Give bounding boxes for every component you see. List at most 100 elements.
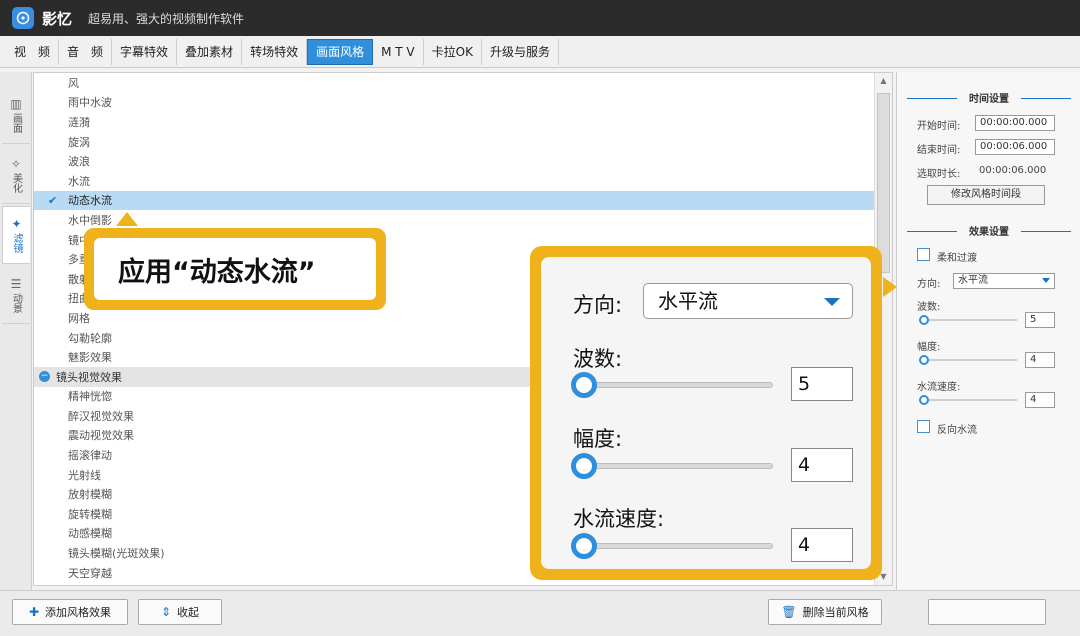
start-time-label: 开始时间: — [917, 121, 961, 132]
zoom-waves-field[interactable]: 5 — [791, 367, 853, 401]
waves-slider[interactable] — [921, 319, 1017, 321]
time-settings-heading: 时间设置 — [907, 90, 1071, 105]
zoom-amplitude-slider[interactable] — [573, 463, 773, 469]
tab-2[interactable]: 字幕特效 — [112, 38, 178, 65]
zoom-flow-speed-slider-knob[interactable] — [571, 533, 597, 559]
amplitude-field[interactable]: 4 — [1025, 352, 1055, 368]
delete-style-button[interactable]: 🗑 删除当前风格 — [768, 599, 882, 625]
add-effect-icon: ✚ — [28, 605, 40, 619]
tab-3[interactable]: 叠加素材 — [177, 38, 243, 65]
list-item-label: 震动视觉效果 — [68, 429, 134, 443]
list-item-label: 勾勒轮廓 — [68, 331, 112, 345]
tab-8[interactable]: 升级与服务 — [482, 38, 559, 65]
amplitude-slider[interactable] — [921, 359, 1017, 361]
start-time-field[interactable]: 00:00:00.000 — [975, 115, 1055, 131]
zoom-amplitude-field[interactable]: 4 — [791, 448, 853, 482]
settings-zoom-callout: 方向: 水平流 波数: 5 幅度: 4 水流速度: 4 — [530, 246, 897, 580]
direction-select[interactable]: 水平流 — [953, 273, 1055, 289]
scroll-thumb[interactable] — [877, 93, 890, 273]
list-item[interactable]: 旋涡 — [34, 132, 876, 152]
list-item-label: 水流 — [68, 174, 90, 188]
tab-6[interactable]: M T V — [373, 38, 424, 65]
list-item-label: 镜头视觉效果 — [56, 370, 122, 384]
list-item[interactable]: 水中倒影 — [34, 210, 876, 230]
list-item-label: 动感模糊 — [68, 527, 112, 541]
tab-7[interactable]: 卡拉OK — [424, 38, 482, 65]
direction-label: 方向: — [917, 279, 941, 290]
list-item-label: 镜头模糊(光斑效果) — [68, 547, 165, 561]
bottom-right-button[interactable] — [928, 599, 1046, 625]
list-item-label: 醉汉视觉效果 — [68, 409, 134, 423]
direction-select-value: 水平流 — [958, 275, 988, 286]
list-item[interactable]: 水流 — [34, 171, 876, 191]
side-tab-label: 动景 — [10, 292, 22, 313]
zoom-flow-speed-slider[interactable] — [573, 543, 773, 549]
list-item-label: 天空穿越 — [68, 566, 112, 580]
soft-transition-checkbox[interactable] — [917, 248, 930, 261]
side-tab-bar: ▥ 画面 ✧ 美化 ✦ 滤镜 ☰ 动景 — [0, 72, 32, 592]
tab-5[interactable]: 画面风格 — [307, 38, 374, 65]
zoom-waves-slider-knob[interactable] — [571, 372, 597, 398]
collapse-button[interactable]: ⇕ 收起 — [138, 599, 222, 625]
list-item-label: 精神恍惚 — [68, 390, 112, 404]
scroll-up-icon[interactable]: ▲ — [875, 73, 892, 89]
list-item[interactable]: 风 — [34, 73, 876, 93]
tab-4[interactable]: 转场特效 — [242, 38, 308, 65]
app-name: 影忆 — [42, 9, 73, 28]
side-tab-beautify[interactable]: ✧ 美化 — [2, 146, 30, 204]
trash-icon: 🗑 — [781, 605, 797, 619]
list-item-label: 光射线 — [68, 468, 101, 482]
collapse-icon: ⇕ — [160, 605, 172, 619]
list-item-label: 网格 — [68, 311, 90, 325]
list-item[interactable]: 雨中水波 — [34, 93, 876, 113]
zoom-direction-value: 水平流 — [658, 289, 718, 313]
delete-style-label: 删除当前风格 — [802, 606, 869, 619]
tab-0[interactable]: 视 频 — [6, 38, 60, 65]
flow-speed-field[interactable]: 4 — [1025, 392, 1055, 408]
list-item[interactable]: ✔ 动态水流 — [34, 190, 876, 211]
side-tab-frame[interactable]: ▥ 画面 — [2, 86, 30, 144]
filter-wand-icon: ✦ — [11, 217, 22, 231]
flow-speed-slider-knob[interactable] — [919, 395, 929, 405]
zoom-direction-select[interactable]: 水平流 — [643, 283, 853, 319]
zoom-amplitude-slider-knob[interactable] — [571, 453, 597, 479]
list-item-label: 涟漪 — [68, 115, 90, 129]
list-item-label: 雨中水波 — [68, 96, 112, 110]
waves-slider-knob[interactable] — [919, 315, 929, 325]
waves-field[interactable]: 5 — [1025, 312, 1055, 328]
add-style-button[interactable]: ✚ 添加风格效果 — [12, 599, 128, 625]
reverse-flow-checkbox[interactable] — [917, 420, 930, 433]
list-item-label: 旋转模糊 — [68, 507, 112, 521]
side-tab-filter[interactable]: ✦ 滤镜 — [2, 206, 30, 264]
list-item-label: 魅影效果 — [68, 351, 112, 365]
flow-speed-label: 水流速度: — [917, 382, 961, 393]
list-item-label: 放射模糊 — [68, 488, 112, 502]
amplitude-slider-knob[interactable] — [919, 355, 929, 365]
app-logo-icon — [12, 7, 34, 29]
side-tab-motion[interactable]: ☰ 动景 — [2, 266, 30, 324]
zoom-flow-speed-label: 水流速度: — [573, 507, 665, 531]
zoom-waves-slider[interactable] — [573, 382, 773, 388]
end-time-label: 结束时间: — [917, 145, 961, 156]
end-time-field[interactable]: 00:00:06.000 — [975, 139, 1055, 155]
magic-wand-icon: ✧ — [10, 156, 22, 171]
callout-pointer — [116, 212, 138, 226]
tab-1[interactable]: 音 频 — [59, 38, 113, 65]
zoom-flow-speed-field[interactable]: 4 — [791, 528, 853, 562]
list-item[interactable]: 波浪 — [34, 151, 876, 171]
list-item-label: 风 — [68, 76, 79, 90]
bottom-bar: ✚ 添加风格效果 ⇕ 收起 🗑 删除当前风格 — [0, 590, 1080, 636]
settings-panel: 时间设置 开始时间: 00:00:00.000 结束时间: 00:00:06.0… — [896, 72, 1080, 590]
chevron-down-icon — [1042, 278, 1050, 283]
flow-speed-slider[interactable] — [921, 399, 1017, 401]
callout-pointer — [883, 277, 897, 297]
add-style-label: 添加风格效果 — [45, 606, 112, 619]
list-item[interactable]: 涟漪 — [34, 112, 876, 132]
collapse-group-icon[interactable]: − — [39, 371, 50, 383]
amplitude-label: 幅度: — [917, 342, 941, 353]
modify-time-button[interactable]: 修改风格时间段 — [927, 185, 1045, 205]
duration-value: 00:00:06.000 — [979, 165, 1047, 176]
checkmark-icon: ✔ — [48, 193, 58, 207]
duration-label: 选取时长: — [917, 169, 961, 180]
list-item-label: 水中倒影 — [68, 213, 112, 227]
